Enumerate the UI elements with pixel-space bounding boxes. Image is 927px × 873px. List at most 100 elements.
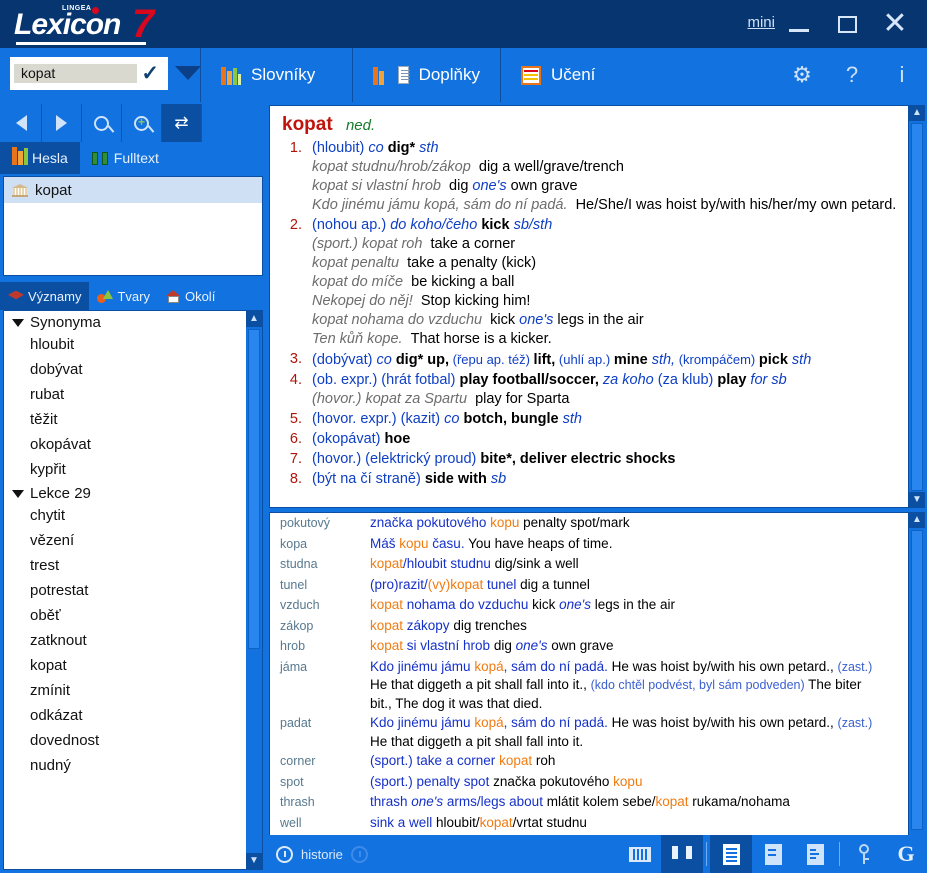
chevron-down-icon[interactable] <box>12 490 24 498</box>
key-icon[interactable] <box>843 835 885 873</box>
chevron-down-icon[interactable] <box>12 319 24 327</box>
entry-scrollbar[interactable]: ▲ ▼ <box>909 105 925 508</box>
list-item[interactable]: vězení <box>4 528 248 553</box>
list-item[interactable]: kopat <box>4 653 248 678</box>
table-row[interactable]: padatKdo jinému jámu kopá, sám do ní pad… <box>270 713 908 751</box>
example-source: kopat penaltu <box>312 255 399 271</box>
tab-fulltext[interactable]: Fulltext <box>80 142 171 174</box>
example-keyword[interactable]: pokutový <box>280 514 370 533</box>
menu-item-doplnky[interactable]: Doplňky <box>352 48 500 102</box>
example-keyword[interactable]: hrob <box>280 637 370 656</box>
keyboard-icon[interactable] <box>619 835 661 873</box>
short-entry-icon[interactable] <box>752 835 794 873</box>
tab-tvary[interactable]: Tvary <box>89 282 158 310</box>
list-item[interactable]: chytit <box>4 503 248 528</box>
binoculars-icon[interactable] <box>661 835 703 873</box>
tab-vyznamy[interactable]: Významy <box>0 282 89 310</box>
table-row[interactable]: jámaKdo jinému jámu kopá, sám do ní padá… <box>270 657 908 714</box>
scroll-up-icon[interactable]: ▲ <box>246 311 262 327</box>
table-row[interactable]: corner(sport.) take a corner kopat roh <box>270 751 908 772</box>
example-keyword[interactable]: studna <box>280 555 370 574</box>
list-item[interactable]: dovednost <box>4 728 248 753</box>
forward-button[interactable] <box>42 104 82 142</box>
list-item[interactable]: zatknout <box>4 628 248 653</box>
full-entry-icon[interactable] <box>710 835 752 873</box>
compact-entry-icon[interactable] <box>794 835 836 873</box>
list-item[interactable]: trest <box>4 553 248 578</box>
scroll-down-icon[interactable]: ▼ <box>909 492 925 508</box>
list-item[interactable]: těžit <box>4 407 248 432</box>
search-results-list[interactable]: kopat <box>3 176 263 276</box>
search-input-value[interactable]: kopat <box>14 64 137 83</box>
list-item[interactable]: odkázat <box>4 703 248 728</box>
sense-definition: (hovor.) (elektrický proud) bite*, deliv… <box>312 450 902 469</box>
synonyms-scrollbar[interactable]: ▲ ▼ <box>246 311 262 869</box>
table-row[interactable]: kopaMáš kopu času. You have heaps of tim… <box>270 534 908 555</box>
example-keyword[interactable]: well <box>280 814 370 833</box>
tab-okoli[interactable]: Okolí <box>158 282 223 310</box>
table-row[interactable]: vzduchkopat nohama do vzduchu kick one's… <box>270 595 908 616</box>
example-keyword[interactable]: padat <box>280 714 370 750</box>
search-history-dropdown-icon[interactable] <box>175 66 201 80</box>
menu-item-slovniky[interactable]: Slovníky <box>200 48 352 102</box>
example-keyword[interactable]: vzduch <box>280 596 370 615</box>
help-icon[interactable]: ? <box>827 62 877 88</box>
example-target: play for Sparta <box>475 391 569 407</box>
list-item[interactable]: hloubit <box>4 332 248 357</box>
scroll-up-icon[interactable]: ▲ <box>909 105 925 121</box>
table-row[interactable]: zákopkopat zákopy dig trenches <box>270 616 908 637</box>
scroll-up-icon[interactable]: ▲ <box>909 512 925 528</box>
maximize-button[interactable] <box>829 8 865 40</box>
example-keyword[interactable]: spot <box>280 773 370 792</box>
search-input[interactable]: kopat ✓ <box>10 57 168 90</box>
mini-mode-link[interactable]: mini <box>747 14 775 31</box>
list-item[interactable]: oběť <box>4 603 248 628</box>
gear-icon[interactable]: ⚙ <box>777 62 827 88</box>
table-row[interactable]: thrashthrash one's arms/legs about mláti… <box>270 792 908 813</box>
table-row[interactable]: pokutovýznačka pokutového kopu penalty s… <box>270 513 908 534</box>
google-icon[interactable]: G <box>885 835 927 873</box>
scrollbar-thumb[interactable] <box>911 123 923 491</box>
search-plus-icon[interactable] <box>122 104 162 142</box>
list-item[interactable]: potrestat <box>4 578 248 603</box>
table-row[interactable]: spot(sport.) penalty spot značka pokutov… <box>270 772 908 793</box>
menu-item-uceni[interactable]: Učení <box>500 48 630 102</box>
info-icon[interactable]: i <box>877 62 927 88</box>
list-item[interactable]: zmínit <box>4 678 248 703</box>
list-item[interactable]: dobývat <box>4 357 248 382</box>
synonym-group-header[interactable]: Lekce 29 <box>4 482 248 503</box>
list-item[interactable]: okopávat <box>4 432 248 457</box>
history-button[interactable]: historie <box>266 846 368 863</box>
synonym-group-header[interactable]: Synonyma <box>4 311 248 332</box>
example-keyword[interactable]: zákop <box>280 617 370 636</box>
table-row[interactable]: studnakopat/hloubit studnu dig/sink a we… <box>270 554 908 575</box>
tab-hesla[interactable]: Hesla <box>0 142 80 174</box>
example-keyword[interactable]: kopa <box>280 535 370 554</box>
scroll-down-icon[interactable]: ▼ <box>246 853 262 869</box>
search-confirm-icon[interactable]: ✓ <box>141 61 168 86</box>
example-keyword[interactable]: tunel <box>280 576 370 595</box>
example-keyword[interactable]: thrash <box>280 793 370 812</box>
list-item[interactable]: kopat <box>4 177 262 203</box>
list-item[interactable]: nudný <box>4 753 248 778</box>
swap-languages-icon[interactable]: ⇄ <box>162 104 202 142</box>
search-icon[interactable] <box>82 104 122 142</box>
history-back-icon[interactable] <box>276 846 293 863</box>
list-item[interactable]: rubat <box>4 382 248 407</box>
example-target: dig <box>449 178 472 194</box>
history-forward-icon[interactable] <box>351 846 368 863</box>
close-button[interactable]: ✕ <box>877 8 913 40</box>
scrollbar-thumb[interactable] <box>248 329 260 649</box>
sense-number: 8. <box>282 470 312 489</box>
back-button[interactable] <box>2 104 42 142</box>
scrollbar-thumb[interactable] <box>911 530 923 830</box>
menu-item-uceni-label: Učení <box>551 65 595 85</box>
table-row[interactable]: hrobkopat si vlastní hrob dig one's own … <box>270 636 908 657</box>
example-keyword[interactable]: jáma <box>280 658 370 713</box>
example-keyword[interactable]: corner <box>280 752 370 771</box>
table-row[interactable]: wellsink a well hloubit/kopat/vrtat stud… <box>270 813 908 834</box>
table-row[interactable]: tunel(pro)razit/(vy)kopat tunel dig a tu… <box>270 575 908 596</box>
list-item[interactable]: kypřit <box>4 457 248 482</box>
examples-scrollbar[interactable]: ▲ ▼ <box>909 512 925 873</box>
minimize-button[interactable] <box>781 8 817 40</box>
